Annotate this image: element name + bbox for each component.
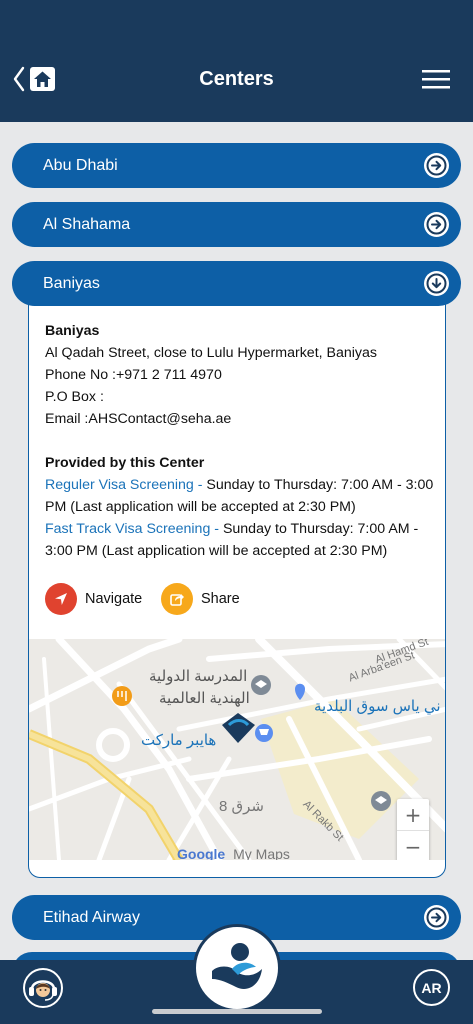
navigate-button[interactable]: Navigate xyxy=(45,583,142,615)
headset-agent-icon xyxy=(23,968,63,1008)
center-details-panel: Baniyas Al Qadah Street, close to Lulu H… xyxy=(28,300,446,878)
center-po-box: P.O Box : xyxy=(45,389,104,405)
center-name: Baniyas xyxy=(45,323,100,339)
arrow-down-circle-icon xyxy=(424,271,449,296)
center-item-label: Al Shahama xyxy=(43,215,131,233)
map-label-school-2: الهندية العالمية xyxy=(159,690,250,707)
center-item-al-shahama[interactable]: Al Shahama xyxy=(12,202,461,247)
center-item-label: Etihad Airway xyxy=(43,908,140,926)
navigate-arrow-icon xyxy=(45,583,77,615)
language-toggle-button[interactable]: AR xyxy=(413,969,450,1006)
center-item-baniyas[interactable]: Baniyas xyxy=(12,261,461,306)
arrow-right-circle-icon xyxy=(424,905,449,930)
arrow-right-circle-icon xyxy=(424,153,449,178)
center-email[interactable]: Email :AHSContact@seha.ae xyxy=(45,408,435,430)
service-link[interactable]: Reguler Visa Screening - xyxy=(45,477,202,493)
seha-logo-home-button[interactable] xyxy=(193,924,281,1012)
map-zoom-controls: + − xyxy=(397,799,429,860)
map-label-market: ني ياس سوق البلدية xyxy=(314,698,441,715)
service-link[interactable]: Fast Track Visa Screening - xyxy=(45,521,219,537)
center-item-label: Baniyas xyxy=(43,274,100,292)
page-title: Centers xyxy=(199,68,274,90)
home-indicator xyxy=(152,1009,322,1014)
map-label-sharq: شرق 8 xyxy=(219,798,264,815)
services-heading: Provided by this Center xyxy=(45,455,205,471)
zoom-in-button[interactable]: + xyxy=(397,799,429,831)
center-item-abu-dhabi[interactable]: Abu Dhabi xyxy=(12,143,461,188)
mymaps-label: My Maps xyxy=(233,846,290,860)
share-icon xyxy=(161,583,193,615)
center-item-label: Abu Dhabi xyxy=(43,156,118,174)
map-label-hypermarket: هايبر ماركت xyxy=(141,732,217,749)
center-address: Al Qadah Street, close to Lulu Hypermark… xyxy=(45,345,377,361)
zoom-out-button[interactable]: − xyxy=(397,831,429,860)
support-agent-button[interactable] xyxy=(22,967,64,1009)
service-item: Reguler Visa Screening - Sunday to Thurs… xyxy=(45,474,435,518)
app-header: Centers xyxy=(0,0,473,122)
share-label: Share xyxy=(201,591,240,607)
google-logo: Google xyxy=(177,846,226,860)
google-attribution: Google My Maps xyxy=(177,846,290,860)
arrow-right-circle-icon xyxy=(424,212,449,237)
center-info: Baniyas Al Qadah Street, close to Lulu H… xyxy=(45,320,435,562)
menu-button[interactable] xyxy=(421,66,451,92)
share-button[interactable]: Share xyxy=(161,583,240,615)
center-phone[interactable]: Phone No :+971 2 711 4970 xyxy=(45,364,435,386)
location-map[interactable]: المدرسة الدولية الهندية العالمية ني ياس … xyxy=(29,639,445,860)
map-label-school-1: المدرسة الدولية xyxy=(149,668,248,685)
hamburger-menu-icon xyxy=(422,70,450,89)
service-item: Fast Track Visa Screening - Sunday to Th… xyxy=(45,518,435,562)
seha-logo-icon xyxy=(212,943,262,989)
navigate-label: Navigate xyxy=(85,591,143,607)
